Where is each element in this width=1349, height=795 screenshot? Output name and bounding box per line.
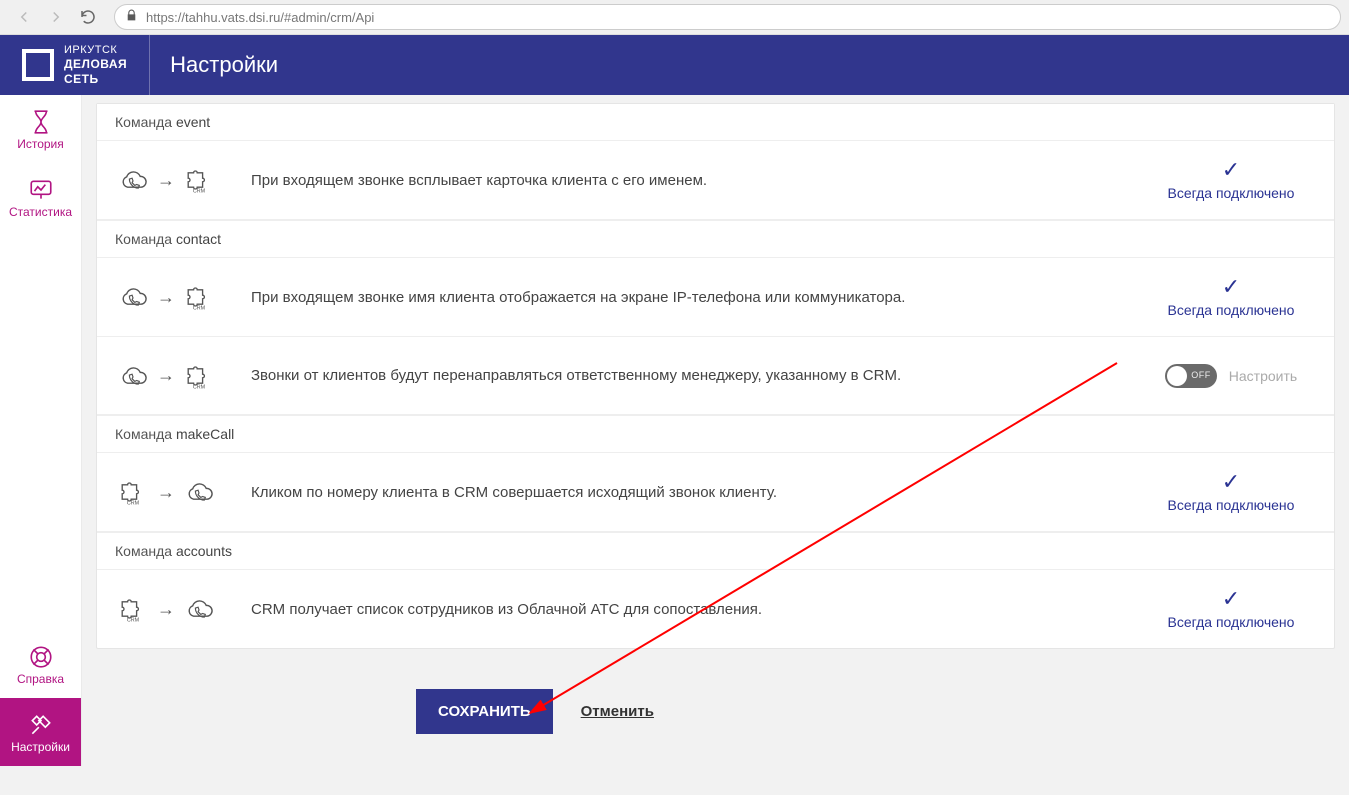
configure-link[interactable]: Настроить [1229,368,1297,384]
section-header: Команда event [97,104,1334,141]
browser-toolbar: https://tahhu.vats.dsi.ru/#admin/crm/Api [0,0,1349,35]
sidebar-item-history[interactable]: История [0,95,81,163]
settings-row: →CRMПри входящем звонке имя клиента отоб… [97,258,1334,337]
svg-text:CRM: CRM [193,306,206,312]
status-text: Всегда подключено [1146,497,1316,513]
app-header: ИРКУТСК ДЕЛОВАЯ СЕТЬ Настройки [0,35,1349,95]
url-text: https://tahhu.vats.dsi.ru/#admin/crm/Api [146,10,374,25]
checkmark-icon: ✓ [1146,159,1316,181]
sidebar-item-label: Справка [17,672,64,686]
status-text: Всегда подключено [1146,614,1316,630]
status-always: ✓ Всегда подключено [1146,588,1316,630]
hourglass-icon [28,107,54,137]
status-always: ✓ Всегда подключено [1146,276,1316,318]
section-header: Команда contact [97,220,1334,258]
toggle-switch[interactable]: OFF [1165,364,1217,388]
status-text: Всегда подключено [1146,302,1316,318]
row-description: Кликом по номеру клиента в CRM совершает… [245,484,1146,501]
sidebar: История Статистика Справка Настройки [0,95,82,766]
main-content: Команда event→CRMПри входящем звонке всп… [82,95,1349,766]
section-header: Команда accounts [97,532,1334,570]
sidebar-item-label: Статистика [9,205,72,219]
checkmark-icon: ✓ [1146,276,1316,298]
cancel-link[interactable]: Отменить [581,703,654,720]
settings-row: →CRMЗвонки от клиентов будут перенаправл… [97,337,1334,415]
svg-text:CRM: CRM [127,618,140,624]
url-bar[interactable]: https://tahhu.vats.dsi.ru/#admin/crm/Api [114,4,1341,30]
sidebar-item-help[interactable]: Справка [0,630,81,698]
status-always: ✓ Всегда подключено [1146,471,1316,513]
logo-text: ИРКУТСК ДЕЛОВАЯ СЕТЬ [64,44,127,86]
status-always: ✓ Всегда подключено [1146,159,1316,201]
sidebar-item-label: История [17,137,64,151]
presentation-chart-icon [28,175,54,205]
page-title: Настройки [150,52,278,78]
row-description: CRM получает список сотрудников из Облач… [245,601,1146,618]
lifebuoy-icon [28,642,54,672]
flow-graphic: →CRM [115,361,245,391]
flow-graphic: CRM→ [115,477,245,507]
save-button[interactable]: СОХРАНИТЬ [416,689,553,734]
tools-icon [28,710,54,740]
nav-forward-button[interactable] [40,4,72,30]
checkmark-icon: ✓ [1146,588,1316,610]
status-text: Всегда подключено [1146,185,1316,201]
flow-graphic: →CRM [115,282,245,312]
flow-graphic: →CRM [115,165,245,195]
svg-text:CRM: CRM [127,501,140,507]
settings-row: →CRMПри входящем звонке всплывает карточ… [97,141,1334,220]
lock-icon [125,9,138,25]
logo-icon [22,49,54,81]
svg-text:CRM: CRM [193,384,206,390]
logo[interactable]: ИРКУТСК ДЕЛОВАЯ СЕТЬ [0,35,150,95]
footer-actions: СОХРАНИТЬ Отменить [96,649,1335,734]
checkmark-icon: ✓ [1146,471,1316,493]
row-description: Звонки от клиентов будут перенаправлятьс… [245,367,1146,384]
settings-card: Команда event→CRMПри входящем звонке всп… [96,103,1335,649]
row-description: При входящем звонке всплывает карточка к… [245,172,1146,189]
sidebar-item-label: Настройки [11,740,70,754]
settings-row: CRM→Кликом по номеру клиента в CRM совер… [97,453,1334,532]
svg-text:CRM: CRM [193,189,206,195]
nav-reload-button[interactable] [72,4,104,30]
settings-row: CRM→CRM получает список сотрудников из О… [97,570,1334,648]
flow-graphic: CRM→ [115,594,245,624]
section-header: Команда makeCall [97,415,1334,453]
nav-back-button[interactable] [8,4,40,30]
sidebar-item-stats[interactable]: Статистика [0,163,81,231]
row-description: При входящем звонке имя клиента отобража… [245,289,1146,306]
sidebar-item-settings[interactable]: Настройки [0,698,81,766]
